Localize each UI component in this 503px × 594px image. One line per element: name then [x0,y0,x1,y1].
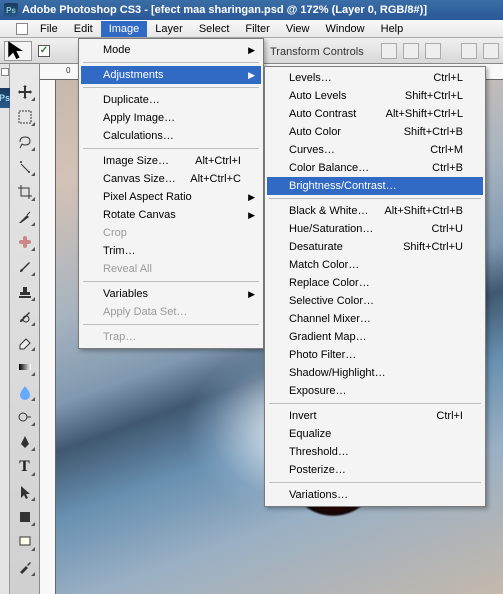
dock-toggle[interactable] [1,68,9,76]
menu-pixel-aspect[interactable]: Pixel Aspect Ratio▶ [81,188,261,206]
menu-curves[interactable]: Curves…Ctrl+M [267,141,483,159]
shape-tool[interactable] [14,507,36,527]
separator [269,482,481,483]
gradient-tool[interactable] [14,357,36,377]
app-icon: Ps [4,3,18,17]
menu-equalize[interactable]: Equalize [267,425,483,443]
separator [83,148,259,149]
menu-auto-color[interactable]: Auto ColorShift+Ctrl+B [267,123,483,141]
menu-apply-image[interactable]: Apply Image… [81,109,261,127]
menu-shadow-highlight[interactable]: Shadow/Highlight… [267,364,483,382]
crop-tool[interactable] [14,182,36,202]
align-icon[interactable] [403,43,419,59]
healing-tool[interactable] [14,232,36,252]
menu-desaturate[interactable]: DesaturateShift+Ctrl+U [267,238,483,256]
menu-gradient-map[interactable]: Gradient Map… [267,328,483,346]
lasso-tool[interactable] [14,132,36,152]
dock-strip: Ps [0,64,10,594]
menu-select[interactable]: Select [191,21,238,37]
menu-view[interactable]: View [278,21,318,37]
toolbox: T [10,64,40,594]
tool-preset[interactable] [4,41,32,61]
menu-replace-color[interactable]: Replace Color… [267,274,483,292]
document-icon[interactable] [16,23,28,35]
align-icon[interactable] [381,43,397,59]
menu-file[interactable]: File [32,21,66,37]
menu-calculations[interactable]: Calculations… [81,127,261,145]
menu-levels[interactable]: Levels…Ctrl+L [267,69,483,87]
image-menu: Mode▶ Adjustments▶ Duplicate… Apply Imag… [78,38,264,349]
menu-trap: Trap… [81,328,261,346]
menu-color-balance[interactable]: Color Balance…Ctrl+B [267,159,483,177]
window-title: Adobe Photoshop CS3 - [efect maa sharing… [22,4,427,16]
notes-tool[interactable] [14,532,36,552]
menu-brightness-contrast[interactable]: Brightness/Contrast… [267,177,483,195]
menu-mode[interactable]: Mode▶ [81,41,261,59]
dodge-tool[interactable] [14,407,36,427]
menu-duplicate[interactable]: Duplicate… [81,91,261,109]
menu-photo-filter[interactable]: Photo Filter… [267,346,483,364]
separator [269,403,481,404]
path-select-tool[interactable] [14,482,36,502]
separator [83,87,259,88]
menu-exposure[interactable]: Exposure… [267,382,483,400]
menu-help[interactable]: Help [373,21,412,37]
menu-hue-saturation[interactable]: Hue/Saturation…Ctrl+U [267,220,483,238]
menu-rotate-canvas[interactable]: Rotate Canvas▶ [81,206,261,224]
slice-tool[interactable] [14,207,36,227]
menu-auto-contrast[interactable]: Auto ContrastAlt+Shift+Ctrl+L [267,105,483,123]
pen-tool[interactable] [14,432,36,452]
menu-channel-mixer[interactable]: Channel Mixer… [267,310,483,328]
menu-bar: File Edit Image Layer Select Filter View… [0,20,503,38]
menu-posterize[interactable]: Posterize… [267,461,483,479]
align-icon[interactable] [483,43,499,59]
menu-filter[interactable]: Filter [237,21,277,37]
menu-variations[interactable]: Variations… [267,486,483,504]
wand-tool[interactable] [14,157,36,177]
menu-edit[interactable]: Edit [66,21,101,37]
type-tool[interactable]: T [14,457,36,477]
adjustments-submenu: Levels…Ctrl+L Auto LevelsShift+Ctrl+L Au… [264,66,486,507]
move-tool[interactable] [14,82,36,102]
menu-match-color[interactable]: Match Color… [267,256,483,274]
marquee-tool[interactable] [14,107,36,127]
menu-invert[interactable]: InvertCtrl+I [267,407,483,425]
menu-variables[interactable]: Variables▶ [81,285,261,303]
brush-tool[interactable] [14,257,36,277]
eyedropper-tool[interactable] [14,557,36,577]
menu-trim[interactable]: Trim… [81,242,261,260]
align-icon[interactable] [425,43,441,59]
menu-reveal-all: Reveal All [81,260,261,278]
menu-crop: Crop [81,224,261,242]
menu-layer[interactable]: Layer [147,21,191,37]
menu-image[interactable]: Image [101,21,148,37]
menu-threshold[interactable]: Threshold… [267,443,483,461]
history-brush-tool[interactable] [14,307,36,327]
vertical-ruler[interactable] [40,80,56,594]
menu-canvas-size[interactable]: Canvas Size…Alt+Ctrl+C [81,170,261,188]
menu-apply-data-set: Apply Data Set… [81,303,261,321]
separator [269,198,481,199]
auto-select-check[interactable]: ✓ [38,45,50,57]
separator [83,324,259,325]
menu-adjustments[interactable]: Adjustments▶ [81,66,261,84]
blur-tool[interactable] [14,382,36,402]
menu-black-white[interactable]: Black & White…Alt+Shift+Ctrl+B [267,202,483,220]
stamp-tool[interactable] [14,282,36,302]
eraser-tool[interactable] [14,332,36,352]
align-icon[interactable] [461,43,477,59]
menu-image-size[interactable]: Image Size…Alt+Ctrl+I [81,152,261,170]
menu-selective-color[interactable]: Selective Color… [267,292,483,310]
separator [83,62,259,63]
separator [83,281,259,282]
transform-controls-label: Transform Controls [270,46,364,58]
menu-window[interactable]: Window [318,21,373,37]
title-bar: Ps Adobe Photoshop CS3 - [efect maa shar… [0,0,503,20]
menu-auto-levels[interactable]: Auto LevelsShift+Ctrl+L [267,87,483,105]
